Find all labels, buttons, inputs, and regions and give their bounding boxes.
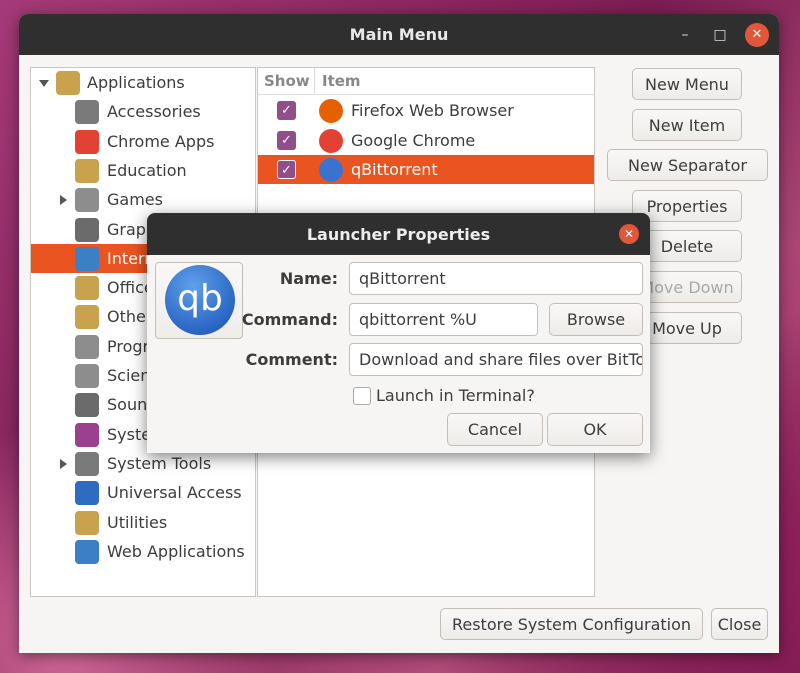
item-row-firefox-web-browser[interactable]: ✓ Firefox Web Browser xyxy=(258,96,594,125)
dialog-title-bar[interactable]: Launcher Properties ✕ xyxy=(147,213,650,255)
launcher-properties-dialog: Launcher Properties ✕ qb Name: qBittorre… xyxy=(147,213,650,453)
ok-button[interactable]: OK xyxy=(547,413,643,446)
firefox-icon xyxy=(319,99,343,123)
system-tools-icon xyxy=(75,451,99,476)
maximize-button[interactable]: □ xyxy=(708,23,732,47)
tree-item-label: Chrome Apps xyxy=(107,131,215,151)
tree-item-chrome-apps[interactable]: Chrome Apps xyxy=(31,127,255,156)
science-icon xyxy=(75,364,99,388)
launch-in-terminal-checkbox[interactable] xyxy=(353,387,371,405)
item-row-google-chrome[interactable]: ✓ Google Chrome xyxy=(258,126,594,155)
column-header-show[interactable]: Show xyxy=(264,72,310,90)
title-bar[interactable]: Main Menu – □ ✕ xyxy=(19,14,779,55)
item-label: Google Chrome xyxy=(351,130,476,150)
tree-item-system-tools[interactable]: System Tools xyxy=(31,449,255,478)
comment-label: Comment: xyxy=(245,350,338,369)
other-icon xyxy=(75,305,99,330)
tree-item-label: Accessories xyxy=(107,102,201,122)
name-label: Name: xyxy=(279,269,338,288)
cancel-button[interactable]: Cancel xyxy=(447,413,543,446)
qbittorrent-icon xyxy=(319,158,343,182)
command-label: Command: xyxy=(241,310,338,329)
new-separator-button[interactable]: New Separator xyxy=(607,149,768,181)
tree-item-label: Games xyxy=(107,190,163,210)
tree-item-label: Applications xyxy=(87,73,185,92)
tree-item-education[interactable]: Education xyxy=(31,156,255,185)
restore-system-configuration-button[interactable]: Restore System Configuration xyxy=(440,608,703,640)
expander-right-icon[interactable] xyxy=(60,195,67,206)
accessories-icon xyxy=(75,100,99,125)
expander-right-icon[interactable] xyxy=(60,458,67,469)
launcher-icon-button[interactable]: qb xyxy=(155,262,243,339)
dialog-close-button[interactable]: ✕ xyxy=(619,224,639,244)
show-checkbox[interactable]: ✓ xyxy=(277,101,296,120)
tree-item-web-applications[interactable]: Web Applications xyxy=(31,537,255,566)
tree-item-label: Utilities xyxy=(107,512,168,532)
column-divider xyxy=(314,68,315,95)
minimize-button[interactable]: – xyxy=(673,23,697,47)
games-icon xyxy=(75,188,99,213)
item-row-qbittorrent[interactable]: ✓ qBittorrent xyxy=(258,155,594,184)
command-field[interactable]: qbittorrent %U xyxy=(349,303,538,336)
tree-item-label: System Tools xyxy=(107,453,212,473)
web-applications-icon xyxy=(75,539,99,564)
sound-video-icon xyxy=(75,393,99,418)
tree-item-label: Universal Access xyxy=(107,483,242,503)
tree-item-universal-access[interactable]: Universal Access xyxy=(31,478,255,507)
internet-icon xyxy=(75,246,99,271)
close-button[interactable]: Close xyxy=(711,608,768,640)
expander-down-icon[interactable] xyxy=(39,80,49,87)
launch-in-terminal-label[interactable]: Launch in Terminal? xyxy=(376,386,535,405)
tree-item-label: Education xyxy=(107,160,187,180)
window-title: Main Menu xyxy=(349,25,449,44)
items-list-header: Show Item xyxy=(258,68,594,95)
graphics-icon xyxy=(75,217,99,242)
comment-field[interactable]: Download and share files over BitTor xyxy=(349,343,643,376)
item-label: qBittorrent xyxy=(351,160,438,179)
browse-button[interactable]: Browse xyxy=(549,303,643,336)
new-menu-button[interactable]: New Menu xyxy=(632,68,742,100)
tree-item-applications[interactable]: Applications xyxy=(31,68,255,97)
chrome-icon xyxy=(319,128,343,153)
tree-item-accessories[interactable]: Accessories xyxy=(31,97,255,126)
education-icon xyxy=(75,158,99,183)
office-icon xyxy=(75,276,99,301)
tree-item-label: Web Applications xyxy=(107,541,245,561)
system-icon xyxy=(75,422,99,447)
applications-icon xyxy=(56,71,80,95)
column-header-item[interactable]: Item xyxy=(322,72,361,90)
chrome-icon xyxy=(75,129,99,154)
accessibility-icon xyxy=(75,481,99,506)
new-item-button[interactable]: New Item xyxy=(632,109,742,141)
qbittorrent-icon: qb xyxy=(165,265,235,335)
tree-item-utilities[interactable]: Utilities xyxy=(31,508,255,537)
tree-item-games[interactable]: Games xyxy=(31,185,255,214)
close-window-button[interactable]: ✕ xyxy=(745,23,769,47)
utilities-icon xyxy=(75,510,99,535)
show-checkbox[interactable]: ✓ xyxy=(277,160,296,179)
name-field[interactable]: qBittorrent xyxy=(349,262,643,295)
item-label: Firefox Web Browser xyxy=(351,101,514,120)
programming-icon xyxy=(75,334,99,359)
dialog-title: Launcher Properties xyxy=(306,225,491,244)
tree-item-label: Other xyxy=(107,307,153,327)
show-checkbox[interactable]: ✓ xyxy=(277,130,296,150)
